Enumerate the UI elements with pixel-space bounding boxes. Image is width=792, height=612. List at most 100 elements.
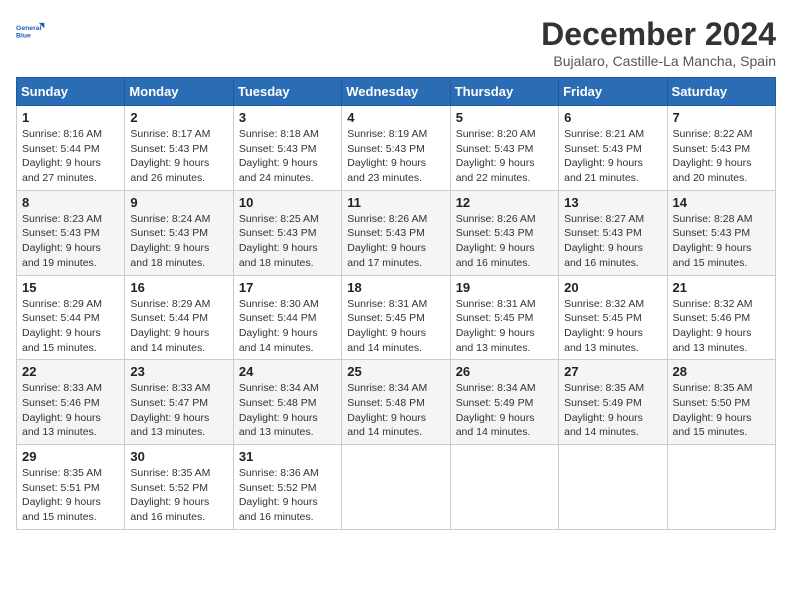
day-info: Sunrise: 8:29 AM Sunset: 5:44 PM Dayligh… (130, 297, 227, 356)
day-info: Sunrise: 8:26 AM Sunset: 5:43 PM Dayligh… (456, 212, 553, 271)
day-info: Sunrise: 8:17 AM Sunset: 5:43 PM Dayligh… (130, 127, 227, 186)
day-info: Sunrise: 8:34 AM Sunset: 5:49 PM Dayligh… (456, 381, 553, 440)
col-friday: Friday (559, 78, 667, 106)
day-number: 15 (22, 280, 119, 295)
table-row: 3 Sunrise: 8:18 AM Sunset: 5:43 PM Dayli… (233, 106, 341, 191)
day-info: Sunrise: 8:23 AM Sunset: 5:43 PM Dayligh… (22, 212, 119, 271)
svg-text:Blue: Blue (16, 32, 31, 39)
table-row: 30 Sunrise: 8:35 AM Sunset: 5:52 PM Dayl… (125, 445, 233, 530)
day-number: 12 (456, 195, 553, 210)
day-info: Sunrise: 8:35 AM Sunset: 5:49 PM Dayligh… (564, 381, 661, 440)
header: GeneralBlue December 2024 Bujalaro, Cast… (16, 16, 776, 69)
calendar-row: 8 Sunrise: 8:23 AM Sunset: 5:43 PM Dayli… (17, 190, 776, 275)
table-row: 7 Sunrise: 8:22 AM Sunset: 5:43 PM Dayli… (667, 106, 775, 191)
day-info: Sunrise: 8:36 AM Sunset: 5:52 PM Dayligh… (239, 466, 336, 525)
table-row: 18 Sunrise: 8:31 AM Sunset: 5:45 PM Dayl… (342, 275, 450, 360)
table-row: 21 Sunrise: 8:32 AM Sunset: 5:46 PM Dayl… (667, 275, 775, 360)
day-info: Sunrise: 8:28 AM Sunset: 5:43 PM Dayligh… (673, 212, 770, 271)
table-row: 10 Sunrise: 8:25 AM Sunset: 5:43 PM Dayl… (233, 190, 341, 275)
day-number: 27 (564, 364, 661, 379)
table-row: 27 Sunrise: 8:35 AM Sunset: 5:49 PM Dayl… (559, 360, 667, 445)
col-saturday: Saturday (667, 78, 775, 106)
day-number: 1 (22, 110, 119, 125)
calendar-table: Sunday Monday Tuesday Wednesday Thursday… (16, 77, 776, 530)
logo-icon: GeneralBlue (16, 16, 48, 48)
day-number: 29 (22, 449, 119, 464)
day-number: 8 (22, 195, 119, 210)
day-number: 2 (130, 110, 227, 125)
svg-text:General: General (16, 25, 42, 32)
day-number: 3 (239, 110, 336, 125)
col-sunday: Sunday (17, 78, 125, 106)
table-row: 29 Sunrise: 8:35 AM Sunset: 5:51 PM Dayl… (17, 445, 125, 530)
table-row: 14 Sunrise: 8:28 AM Sunset: 5:43 PM Dayl… (667, 190, 775, 275)
day-info: Sunrise: 8:35 AM Sunset: 5:51 PM Dayligh… (22, 466, 119, 525)
day-info: Sunrise: 8:32 AM Sunset: 5:46 PM Dayligh… (673, 297, 770, 356)
day-info: Sunrise: 8:25 AM Sunset: 5:43 PM Dayligh… (239, 212, 336, 271)
calendar-body: 1 Sunrise: 8:16 AM Sunset: 5:44 PM Dayli… (17, 106, 776, 530)
table-row: 19 Sunrise: 8:31 AM Sunset: 5:45 PM Dayl… (450, 275, 558, 360)
day-info: Sunrise: 8:34 AM Sunset: 5:48 PM Dayligh… (239, 381, 336, 440)
day-info: Sunrise: 8:31 AM Sunset: 5:45 PM Dayligh… (456, 297, 553, 356)
day-number: 24 (239, 364, 336, 379)
table-row: 26 Sunrise: 8:34 AM Sunset: 5:49 PM Dayl… (450, 360, 558, 445)
day-info: Sunrise: 8:24 AM Sunset: 5:43 PM Dayligh… (130, 212, 227, 271)
day-number: 23 (130, 364, 227, 379)
table-row: 25 Sunrise: 8:34 AM Sunset: 5:48 PM Dayl… (342, 360, 450, 445)
header-row: Sunday Monday Tuesday Wednesday Thursday… (17, 78, 776, 106)
day-info: Sunrise: 8:26 AM Sunset: 5:43 PM Dayligh… (347, 212, 444, 271)
day-number: 6 (564, 110, 661, 125)
day-number: 9 (130, 195, 227, 210)
calendar-row: 1 Sunrise: 8:16 AM Sunset: 5:44 PM Dayli… (17, 106, 776, 191)
day-info: Sunrise: 8:35 AM Sunset: 5:52 PM Dayligh… (130, 466, 227, 525)
title-section: December 2024 Bujalaro, Castille-La Manc… (541, 16, 776, 69)
day-info: Sunrise: 8:30 AM Sunset: 5:44 PM Dayligh… (239, 297, 336, 356)
table-row (559, 445, 667, 530)
calendar-subtitle: Bujalaro, Castille-La Mancha, Spain (541, 53, 776, 69)
day-info: Sunrise: 8:20 AM Sunset: 5:43 PM Dayligh… (456, 127, 553, 186)
day-info: Sunrise: 8:29 AM Sunset: 5:44 PM Dayligh… (22, 297, 119, 356)
day-number: 19 (456, 280, 553, 295)
day-number: 18 (347, 280, 444, 295)
day-number: 21 (673, 280, 770, 295)
day-number: 26 (456, 364, 553, 379)
calendar-row: 22 Sunrise: 8:33 AM Sunset: 5:46 PM Dayl… (17, 360, 776, 445)
day-number: 25 (347, 364, 444, 379)
day-info: Sunrise: 8:31 AM Sunset: 5:45 PM Dayligh… (347, 297, 444, 356)
table-row: 16 Sunrise: 8:29 AM Sunset: 5:44 PM Dayl… (125, 275, 233, 360)
logo: GeneralBlue (16, 16, 48, 48)
day-info: Sunrise: 8:33 AM Sunset: 5:46 PM Dayligh… (22, 381, 119, 440)
table-row: 6 Sunrise: 8:21 AM Sunset: 5:43 PM Dayli… (559, 106, 667, 191)
day-number: 5 (456, 110, 553, 125)
day-info: Sunrise: 8:16 AM Sunset: 5:44 PM Dayligh… (22, 127, 119, 186)
col-wednesday: Wednesday (342, 78, 450, 106)
table-row: 24 Sunrise: 8:34 AM Sunset: 5:48 PM Dayl… (233, 360, 341, 445)
table-row: 1 Sunrise: 8:16 AM Sunset: 5:44 PM Dayli… (17, 106, 125, 191)
day-number: 28 (673, 364, 770, 379)
table-row: 4 Sunrise: 8:19 AM Sunset: 5:43 PM Dayli… (342, 106, 450, 191)
col-monday: Monday (125, 78, 233, 106)
table-row: 31 Sunrise: 8:36 AM Sunset: 5:52 PM Dayl… (233, 445, 341, 530)
calendar-title: December 2024 (541, 16, 776, 53)
calendar-row: 29 Sunrise: 8:35 AM Sunset: 5:51 PM Dayl… (17, 445, 776, 530)
day-info: Sunrise: 8:22 AM Sunset: 5:43 PM Dayligh… (673, 127, 770, 186)
table-row: 28 Sunrise: 8:35 AM Sunset: 5:50 PM Dayl… (667, 360, 775, 445)
table-row: 11 Sunrise: 8:26 AM Sunset: 5:43 PM Dayl… (342, 190, 450, 275)
day-number: 7 (673, 110, 770, 125)
table-row: 2 Sunrise: 8:17 AM Sunset: 5:43 PM Dayli… (125, 106, 233, 191)
table-row (342, 445, 450, 530)
day-info: Sunrise: 8:33 AM Sunset: 5:47 PM Dayligh… (130, 381, 227, 440)
table-row: 9 Sunrise: 8:24 AM Sunset: 5:43 PM Dayli… (125, 190, 233, 275)
day-number: 30 (130, 449, 227, 464)
day-number: 13 (564, 195, 661, 210)
day-info: Sunrise: 8:35 AM Sunset: 5:50 PM Dayligh… (673, 381, 770, 440)
col-tuesday: Tuesday (233, 78, 341, 106)
table-row: 12 Sunrise: 8:26 AM Sunset: 5:43 PM Dayl… (450, 190, 558, 275)
table-row: 17 Sunrise: 8:30 AM Sunset: 5:44 PM Dayl… (233, 275, 341, 360)
table-row: 22 Sunrise: 8:33 AM Sunset: 5:46 PM Dayl… (17, 360, 125, 445)
day-number: 11 (347, 195, 444, 210)
table-row: 20 Sunrise: 8:32 AM Sunset: 5:45 PM Dayl… (559, 275, 667, 360)
day-info: Sunrise: 8:34 AM Sunset: 5:48 PM Dayligh… (347, 381, 444, 440)
day-number: 17 (239, 280, 336, 295)
day-number: 22 (22, 364, 119, 379)
